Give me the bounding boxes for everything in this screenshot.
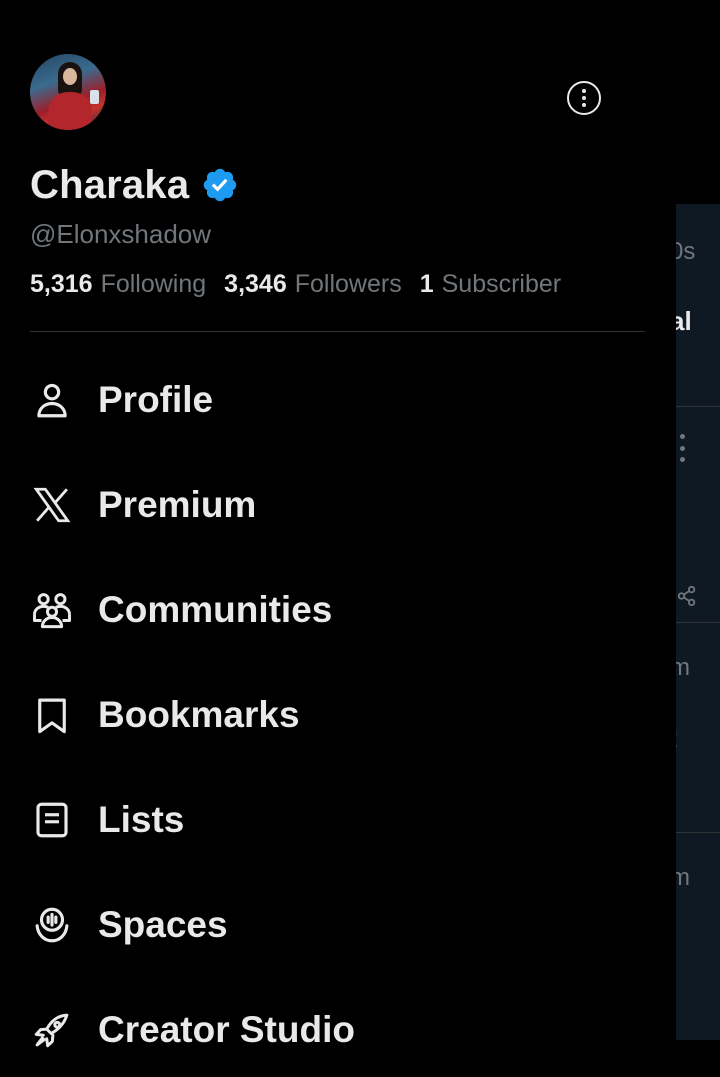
menu-item-bookmarks[interactable]: Bookmarks (0, 662, 676, 767)
user-handle: @Elonxshadow (30, 219, 212, 249)
feed-fragment: m (676, 654, 690, 681)
x-logo-icon (30, 483, 74, 527)
rocket-icon (30, 1008, 74, 1052)
menu-item-creator-studio[interactable]: Creator Studio (0, 977, 676, 1077)
feed-fragment: 0s (676, 238, 696, 265)
menu-item-label: Bookmarks (98, 693, 300, 735)
feed-divider (676, 406, 720, 407)
verified-badge-icon (204, 168, 237, 202)
more-dot (582, 89, 586, 93)
communities-icon (30, 588, 74, 632)
menu-item-premium[interactable]: Premium (0, 452, 676, 557)
menu-item-label: Profile (98, 378, 214, 420)
feed-fragment: m (676, 864, 690, 891)
app-screen: 0s al m t m (0, 0, 720, 1077)
subscriber-label[interactable]: Subscriber (442, 270, 562, 299)
menu-item-label: Communities (98, 588, 333, 630)
feed-more-icon[interactable] (678, 434, 686, 462)
menu-item-label: Lists (98, 798, 185, 840)
avatar-dress (48, 92, 92, 130)
bookmark-icon (30, 693, 74, 737)
feed-fragment: t (676, 726, 677, 754)
feed-share-icon[interactable] (676, 584, 698, 608)
menu-item-lists[interactable]: Lists (0, 767, 676, 872)
follow-stats: 5,316 Following 3,346 Followers 1 Subscr… (30, 270, 561, 299)
followers-count[interactable]: 3,346 (224, 270, 287, 299)
menu-item-spaces[interactable]: Spaces (0, 872, 676, 977)
person-icon (30, 378, 74, 422)
menu-item-profile[interactable]: Profile (0, 347, 676, 452)
more-dot (582, 103, 586, 107)
more-dot (582, 96, 586, 100)
avatar[interactable] (30, 54, 106, 130)
following-label[interactable]: Following (101, 270, 207, 299)
menu-item-label: Creator Studio (98, 1008, 355, 1050)
avatar-face (63, 68, 77, 85)
drawer-menu: Profile Premium Communities Bookmarks Li… (0, 347, 676, 1077)
side-drawer: Charaka @Elonxshadow 5,316 Following 3,3… (0, 0, 676, 1077)
spaces-icon (30, 903, 74, 947)
menu-item-label: Premium (98, 483, 257, 525)
display-name[interactable]: Charaka (30, 163, 189, 208)
following-count[interactable]: 5,316 (30, 270, 93, 299)
avatar-lamp (90, 90, 99, 104)
feed-divider (676, 1040, 720, 1077)
feed-divider (676, 622, 720, 623)
divider (30, 331, 645, 332)
menu-item-label: Spaces (98, 903, 228, 945)
account-options-button[interactable] (567, 81, 601, 115)
menu-item-communities[interactable]: Communities (0, 557, 676, 662)
name-row: Charaka (30, 160, 239, 210)
followers-label[interactable]: Followers (295, 270, 402, 299)
subscriber-count[interactable]: 1 (420, 270, 434, 299)
feed-divider (676, 832, 720, 833)
feed-fragment: al (676, 306, 692, 336)
list-icon (30, 798, 74, 842)
background-feed[interactable]: 0s al m t m (676, 204, 720, 1077)
